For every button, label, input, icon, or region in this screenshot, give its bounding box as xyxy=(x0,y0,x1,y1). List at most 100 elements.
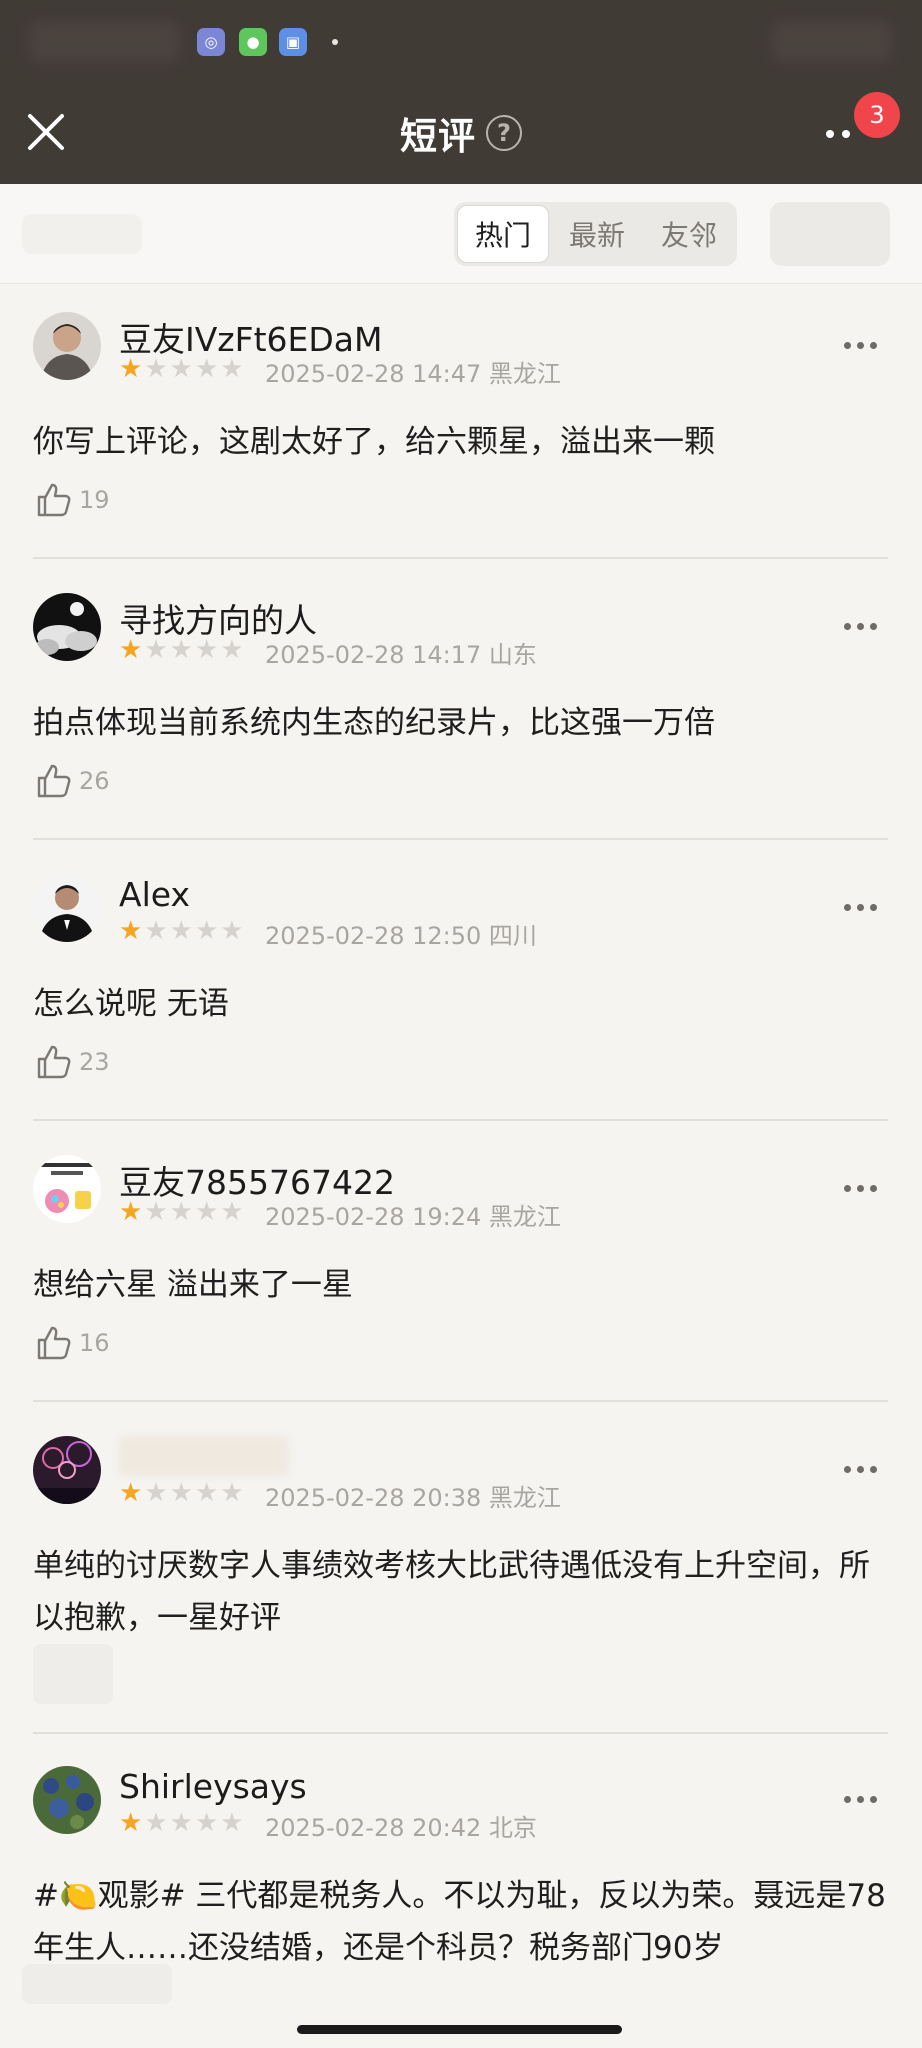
star-icon: ★ xyxy=(220,1197,244,1227)
notification-badge[interactable]: 3 xyxy=(854,92,900,138)
app-notification-icon: ◎ xyxy=(197,28,225,56)
like-button[interactable]: 16 xyxy=(33,1323,110,1363)
star-icon: ★ xyxy=(119,635,143,665)
star-icon: ★ xyxy=(144,916,168,946)
blurred-button xyxy=(770,202,890,266)
comment-text: 你写上评论，这剧太好了，给六颗星，溢出来一颗 xyxy=(33,424,715,460)
tab-latest[interactable]: 最新 xyxy=(549,205,645,263)
avatar[interactable] xyxy=(33,593,101,661)
like-button[interactable]: 19 xyxy=(33,480,110,520)
wechat-notification-icon: ● xyxy=(239,28,267,56)
bag-notification-icon: ▣ xyxy=(279,28,307,56)
avatar[interactable] xyxy=(33,874,101,942)
divider xyxy=(33,1119,888,1121)
star-icon: ★ xyxy=(194,354,219,384)
like-count: 26 xyxy=(79,767,110,795)
status-bar-blurred-area xyxy=(30,22,180,62)
divider xyxy=(33,838,888,840)
nav-bar: 短评 ? 3 xyxy=(0,82,922,184)
star-icon: ★ xyxy=(220,1808,244,1838)
avatar[interactable] xyxy=(33,1436,101,1504)
star-icon: ★ xyxy=(169,354,193,384)
avatar[interactable] xyxy=(33,1155,101,1223)
star-icon: ★ xyxy=(144,354,168,384)
star-icon: ★ xyxy=(119,1478,143,1508)
blurred-area xyxy=(22,214,142,254)
star-icon: ★ xyxy=(144,635,168,665)
comment-text: 想给六星 溢出来了一星 xyxy=(33,1267,353,1303)
avatar[interactable] xyxy=(33,312,101,380)
star-icon: ★ xyxy=(169,1808,193,1838)
like-count: 16 xyxy=(79,1329,110,1357)
comment-meta: 2025-02-28 19:24 黑龙江 xyxy=(265,1203,561,1231)
comment-more-icon[interactable] xyxy=(844,1185,877,1192)
nav-title-group: 短评 ? xyxy=(0,108,922,158)
comment-text: #🍋观影# 三代都是税务人。不以为耻，反以为荣。聂远是78年生人……还没结婚，还… xyxy=(33,1878,886,1966)
username[interactable]: Alex xyxy=(119,875,190,914)
star-icon: ★ xyxy=(169,1197,193,1227)
star-icon: ★ xyxy=(194,1478,219,1508)
star-icon: ★ xyxy=(119,354,143,384)
sort-tabs: 热门 最新 友邻 xyxy=(454,202,737,266)
divider xyxy=(33,1732,888,1734)
blurred-area xyxy=(22,1964,172,2004)
comment-text: 怎么说呢 无语 xyxy=(33,986,229,1022)
thumbs-up-icon xyxy=(37,764,71,798)
comment-more-icon[interactable] xyxy=(844,1466,877,1473)
home-indicator[interactable] xyxy=(297,2025,622,2034)
star-icon: ★ xyxy=(144,1808,168,1838)
star-icon: ★ xyxy=(144,1478,168,1508)
star-icon: ★ xyxy=(220,916,244,946)
comment-meta: 2025-02-28 14:17 山东 xyxy=(265,641,537,669)
comment-more-icon[interactable] xyxy=(844,623,877,630)
username[interactable]: Shirleysays xyxy=(119,1767,307,1806)
star-rating: ★ ★ ★ ★ ★ xyxy=(119,1199,244,1225)
comment-more-icon[interactable] xyxy=(844,904,877,911)
star-icon: ★ xyxy=(194,635,219,665)
star-icon: ★ xyxy=(169,916,193,946)
star-icon: ★ xyxy=(119,1197,143,1227)
like-button[interactable]: 23 xyxy=(33,1042,110,1082)
comment-item: 寻找方向的人 ★ ★ ★ ★ ★ 2025-02-28 14:17 山东 拍点体现当前系… xyxy=(0,593,922,840)
comment-item: 豆友7855767422 ★ ★ ★ ★ ★ 2025-02-28 19:24 黑龙江 … xyxy=(0,1155,922,1402)
thumbs-up-icon xyxy=(37,1045,71,1079)
comment-meta: 2025-02-28 20:42 北京 xyxy=(265,1814,537,1842)
star-icon: ★ xyxy=(220,1478,244,1508)
username-blurred xyxy=(119,1436,289,1476)
comment-meta: 2025-02-28 14:47 黑龙江 xyxy=(265,360,561,388)
star-icon: ★ xyxy=(194,1808,219,1838)
star-icon: ★ xyxy=(169,1478,193,1508)
comment-meta: 2025-02-28 12:50 四川 xyxy=(265,922,537,950)
star-icon: ★ xyxy=(220,354,244,384)
comment-more-icon[interactable] xyxy=(844,342,877,349)
comment-item: Alex ★ ★ ★ ★ ★ 2025-02-28 12:50 四川 怎么说呢 无语 2… xyxy=(0,874,922,1121)
status-bar: ◎ ● ▣ xyxy=(0,0,922,82)
like-button-blurred[interactable] xyxy=(33,1644,113,1704)
star-icon: ★ xyxy=(119,1808,143,1838)
star-rating: ★ ★ ★ ★ ★ xyxy=(119,637,244,663)
like-count: 23 xyxy=(79,1048,110,1076)
thumbs-up-icon xyxy=(37,483,71,517)
tab-hot[interactable]: 热门 xyxy=(457,205,549,263)
star-icon: ★ xyxy=(119,916,143,946)
star-rating: ★ ★ ★ ★ ★ xyxy=(119,1480,244,1506)
divider xyxy=(33,1400,888,1402)
help-icon[interactable]: ? xyxy=(486,115,522,151)
comment-meta: 2025-02-28 20:38 黑龙江 xyxy=(265,1484,561,1512)
star-icon: ★ xyxy=(194,916,219,946)
star-rating: ★ ★ ★ ★ ★ xyxy=(119,918,244,944)
like-button[interactable]: 26 xyxy=(33,761,110,801)
comment-text: 拍点体现当前系统内生态的纪录片，比这强一万倍 xyxy=(33,705,715,741)
comment-text: 单纯的讨厌数字人事绩效考核大比武待遇低没有上升空间，所以抱歉，一星好评 xyxy=(33,1548,870,1636)
star-icon: ★ xyxy=(144,1197,168,1227)
star-icon: ★ xyxy=(194,1197,219,1227)
comment-item: ★ ★ ★ ★ ★ 2025-02-28 20:38 黑龙江 单纯的讨厌数字人事绩效考核… xyxy=(0,1436,922,1734)
tab-friends[interactable]: 友邻 xyxy=(645,205,733,263)
comment-item: 豆友IVzFt6EDaM ★ ★ ★ ★ ★ 2025-02-28 14:47 黑龙江 … xyxy=(0,312,922,559)
page-title: 短评 xyxy=(400,115,476,158)
comment-more-icon[interactable] xyxy=(844,1796,877,1803)
thumbs-up-icon xyxy=(37,1326,71,1360)
avatar[interactable] xyxy=(33,1766,101,1834)
more-notifications-dot xyxy=(332,39,338,45)
star-rating: ★ ★ ★ ★ ★ xyxy=(119,1810,244,1836)
